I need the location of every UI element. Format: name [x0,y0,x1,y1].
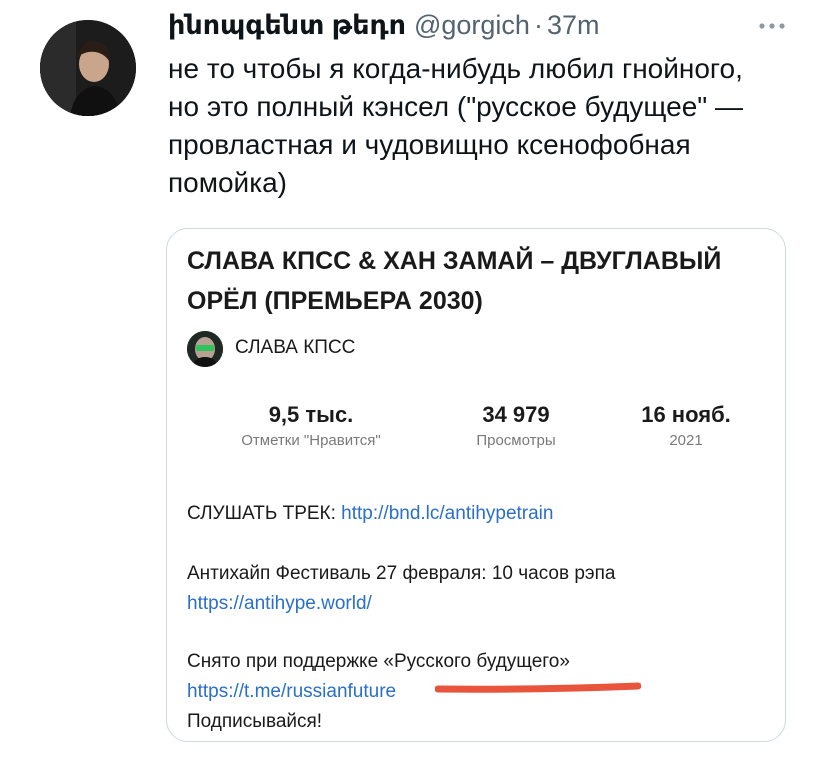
more-horizontal-icon[interactable] [752,14,792,38]
stat-date: 16 нояб. 2021 [591,401,781,453]
festival-link[interactable]: https://antihype.world/ [187,593,372,614]
stat-likes: 9,5 тыс. Отметки "Нравится" [216,401,406,453]
stat-views-value: 34 979 [482,402,550,427]
stat-date-year: 2021 [669,432,703,449]
subscribe-text: Подписывайся! [187,711,323,732]
stat-date-value: 16 нояб. [641,402,731,427]
sponsor-link[interactable]: https://t.me/russianfuture [187,681,396,702]
sponsor-text: Снято при поддержке «Русского будущего» [187,651,570,672]
author-handle[interactable]: @gorgich [414,10,530,41]
header-separator: · [533,9,543,40]
stat-views-label: Просмотры [476,432,556,449]
listen-link[interactable]: http://bnd.lc/antihypetrain [341,503,553,524]
stat-likes-label: Отметки "Нравится" [241,432,381,449]
red-highlight-underline [434,680,642,693]
channel-name: СЛАВА КПСС [235,337,356,358]
stat-likes-value: 9,5 тыс. [268,402,354,427]
festival-text: Антихайп Фестиваль 27 февраля: 10 часов … [187,563,616,584]
stat-views: 34 979 Просмотры [421,401,611,453]
listen-label: СЛУШАТЬ ТРЕК: [187,503,342,524]
tweet-header: ինոպգենտ թեդո @gorgich · 37m [168,8,599,42]
tweet-time[interactable]: 37m [547,10,600,41]
link-preview-card[interactable]: СЛАВА КПСС & ХАН ЗАМАЙ – ДВУГЛАВЫЙ ОРЁЛ … [166,228,786,742]
description-listen: СЛУШАТЬ ТРЕК: http://bnd.lc/antihypetrai… [187,499,772,529]
card-title[interactable]: СЛАВА КПСС & ХАН ЗАМАЙ – ДВУГЛАВЫЙ ОРЁЛ … [187,241,767,321]
tweet-text: не то чтобы я когда-нибудь любил гнойног… [168,53,743,198]
description-festival: Антихайп Фестиваль 27 февраля: 10 часов … [187,559,772,619]
author-avatar[interactable] [40,20,136,116]
channel-avatar [187,331,223,367]
author-name[interactable]: ինոպգենտ թեդո [168,10,406,41]
